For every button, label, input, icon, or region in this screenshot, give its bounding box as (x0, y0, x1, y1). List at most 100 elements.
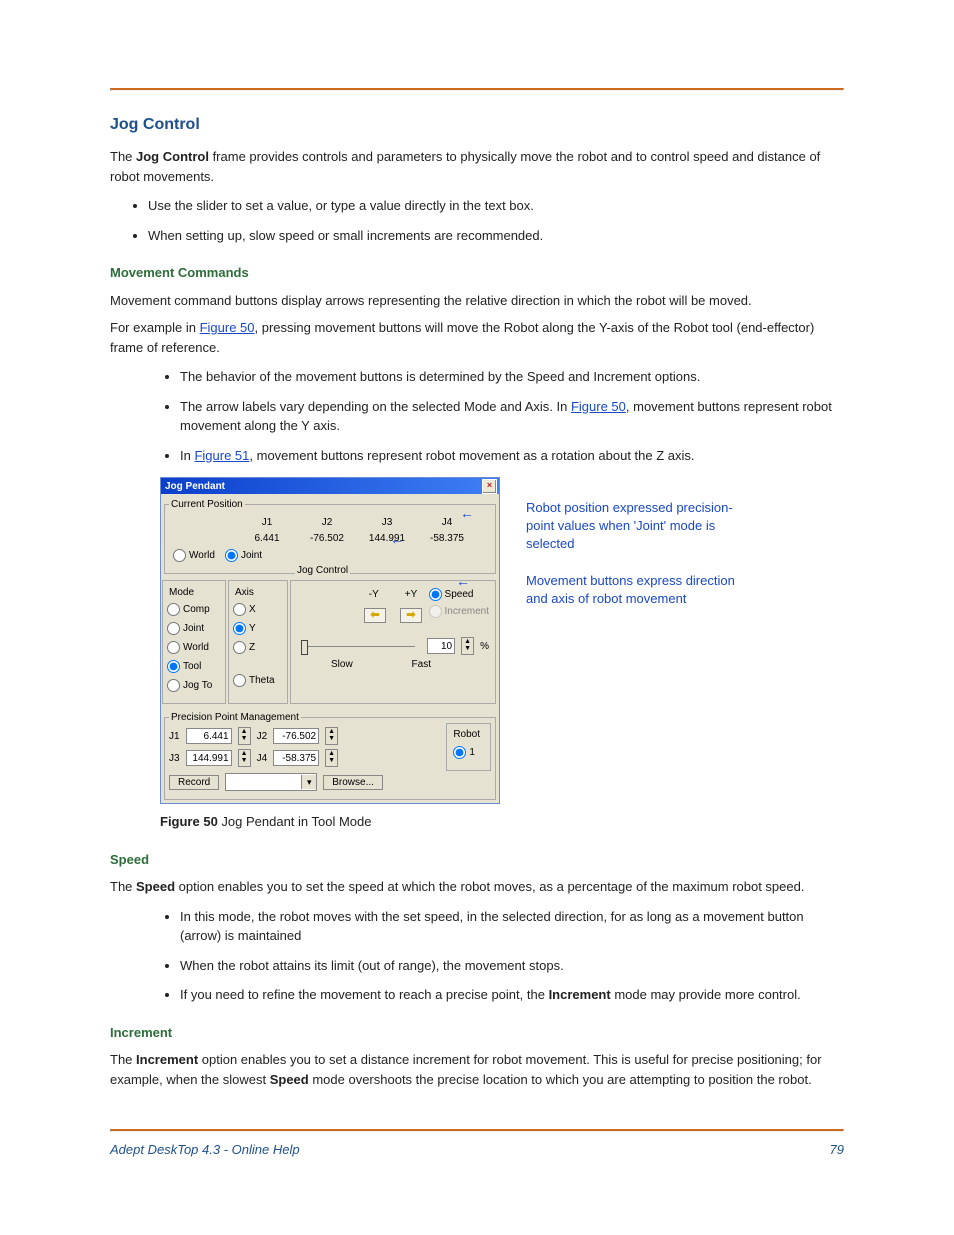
radio-tool[interactable] (167, 660, 180, 673)
radio-label: Theta (249, 673, 275, 688)
mode-group: Mode Comp Joint World Tool Jog To (162, 580, 226, 704)
radio-joint[interactable] (225, 549, 238, 562)
radio-label: Joint (183, 621, 204, 636)
spinner-icon[interactable]: ▲▼ (238, 749, 251, 767)
radio-label: 1 (469, 745, 475, 760)
col-header: J2 (297, 515, 357, 530)
j3-input[interactable]: 144.991 (186, 750, 232, 766)
radio-z[interactable] (233, 641, 246, 654)
list-item: If you need to refine the movement to re… (180, 985, 844, 1005)
text: mode may provide more control. (611, 987, 801, 1002)
radio-theta[interactable] (233, 674, 246, 687)
slider-handle-icon[interactable] (301, 640, 308, 655)
j1-label: J1 (169, 729, 180, 744)
group-label: Precision Point Management (169, 710, 301, 725)
j3-label: J3 (169, 751, 180, 766)
top-rule (110, 88, 844, 91)
heading-jog-control: Jog Control (110, 113, 844, 137)
chevron-down-icon: ▾ (301, 775, 316, 789)
spinner-icon[interactable]: ▲▼ (238, 727, 251, 745)
j2-input[interactable]: -76.502 (273, 728, 319, 744)
bold-text: Increment (136, 1052, 198, 1067)
text: , movement buttons represent robot movem… (249, 448, 694, 463)
axis-group: Axis X Y Z Theta (228, 580, 288, 704)
speed-value-input[interactable]: 10 (427, 638, 455, 654)
bold-text: Speed (136, 879, 175, 894)
radio-y[interactable] (233, 622, 246, 635)
radio-comp[interactable] (167, 603, 180, 616)
speed-slider[interactable] (297, 638, 421, 655)
text: option enables you to set the speed at w… (175, 879, 804, 894)
caption-strong: Figure 50 (160, 814, 218, 829)
speed-bullets: In this mode, the robot moves with the s… (180, 907, 844, 1005)
text: If you need to refine the movement to re… (180, 987, 549, 1002)
group-label: Jog Control (295, 563, 350, 578)
list-item: In this mode, the robot moves with the s… (180, 907, 844, 946)
record-dropdown[interactable]: ▾ (225, 773, 317, 791)
arrow-label-plus: +Y (405, 587, 418, 602)
group-label: Axis (233, 585, 256, 600)
intro-paragraph: The Jog Control frame provides controls … (110, 147, 844, 186)
col-value: -58.375 (417, 531, 477, 546)
intro-bullet-list: Use the slider to set a value, or type a… (148, 196, 844, 245)
col-value: 6.441 (237, 531, 297, 546)
bold-text: Speed (270, 1072, 309, 1087)
list-item: The behavior of the movement buttons is … (180, 367, 844, 387)
close-icon[interactable]: × (482, 479, 497, 494)
j4-label: J4 (257, 751, 268, 766)
radio-label: Y (249, 621, 256, 636)
list-item: When setting up, slow speed or small inc… (148, 226, 844, 246)
group-label: Current Position (169, 497, 245, 512)
link-figure-51[interactable]: Figure 51 (194, 448, 249, 463)
annotation-text: Movement buttons express direction and a… (526, 572, 756, 608)
radio-jogto[interactable] (167, 679, 180, 692)
j1-input[interactable]: 6.441 (186, 728, 232, 744)
position-header-row: J1 J2 J3 J4 (169, 514, 491, 530)
radio-joint-mode[interactable] (167, 622, 180, 635)
record-button[interactable]: Record (169, 775, 219, 790)
callout-arrow-icon: ← (456, 571, 470, 592)
link-figure-50[interactable]: Figure 50 (200, 320, 255, 335)
radio-label: Tool (183, 659, 201, 674)
jog-control-group: Jog Control -Y +Y ⬅ ➡ Speed Increment (290, 580, 496, 704)
caption-text: Jog Pendant in Tool Mode (218, 814, 372, 829)
percent-label: % (480, 639, 489, 654)
plus-y-button[interactable]: ➡ (400, 608, 422, 623)
link-figure-50[interactable]: Figure 50 (571, 399, 626, 414)
bottom-rule (110, 1129, 844, 1132)
spinner-icon[interactable]: ▲▼ (325, 749, 338, 767)
radio-label: Z (249, 640, 255, 655)
group-label: Robot (453, 727, 480, 742)
movement-bullets: The behavior of the movement buttons is … (180, 367, 844, 465)
radio-label: World (183, 640, 209, 655)
j4-input[interactable]: -58.375 (273, 750, 319, 766)
browse-button[interactable]: Browse... (323, 775, 383, 790)
figure-caption: Figure 50 Jog Pendant in Tool Mode (160, 812, 844, 832)
radio-robot-1[interactable] (453, 746, 466, 759)
list-item: In Figure 51, movement buttons represent… (180, 446, 844, 466)
radio-x[interactable] (233, 603, 246, 616)
intro-bold: Jog Control (136, 149, 209, 164)
text: mode overshoots the precise location to … (309, 1072, 812, 1087)
radio-speed[interactable] (429, 588, 442, 601)
position-value-row: 6.441 -76.502 144.991 -58.375 (169, 530, 491, 546)
group-label: Mode (167, 585, 196, 600)
heading-increment: Increment (110, 1023, 844, 1043)
col-value: -76.502 (297, 531, 357, 546)
minus-y-button[interactable]: ⬅ (364, 608, 386, 623)
window-titlebar: Jog Pendant × (161, 478, 499, 494)
heading-movement-commands: Movement Commands (110, 263, 844, 283)
spinner-icon[interactable]: ▲▼ (461, 637, 474, 655)
jog-pendant-window: Jog Pendant × Current Position J1 J2 J3 … (160, 477, 500, 804)
col-header: J3 (357, 515, 417, 530)
fast-label: Fast (412, 657, 431, 672)
spinner-icon[interactable]: ▲▼ (325, 727, 338, 745)
radio-world[interactable] (173, 549, 186, 562)
window-title: Jog Pendant (165, 479, 225, 494)
robot-group: Robot 1 (446, 723, 491, 771)
radio-world-mode[interactable] (167, 641, 180, 654)
footer-left: Adept DeskTop 4.3 - Online Help (110, 1140, 300, 1160)
radio-label: X (249, 602, 256, 617)
radio-label: Joint (241, 548, 262, 563)
radio-label: World (189, 548, 215, 563)
